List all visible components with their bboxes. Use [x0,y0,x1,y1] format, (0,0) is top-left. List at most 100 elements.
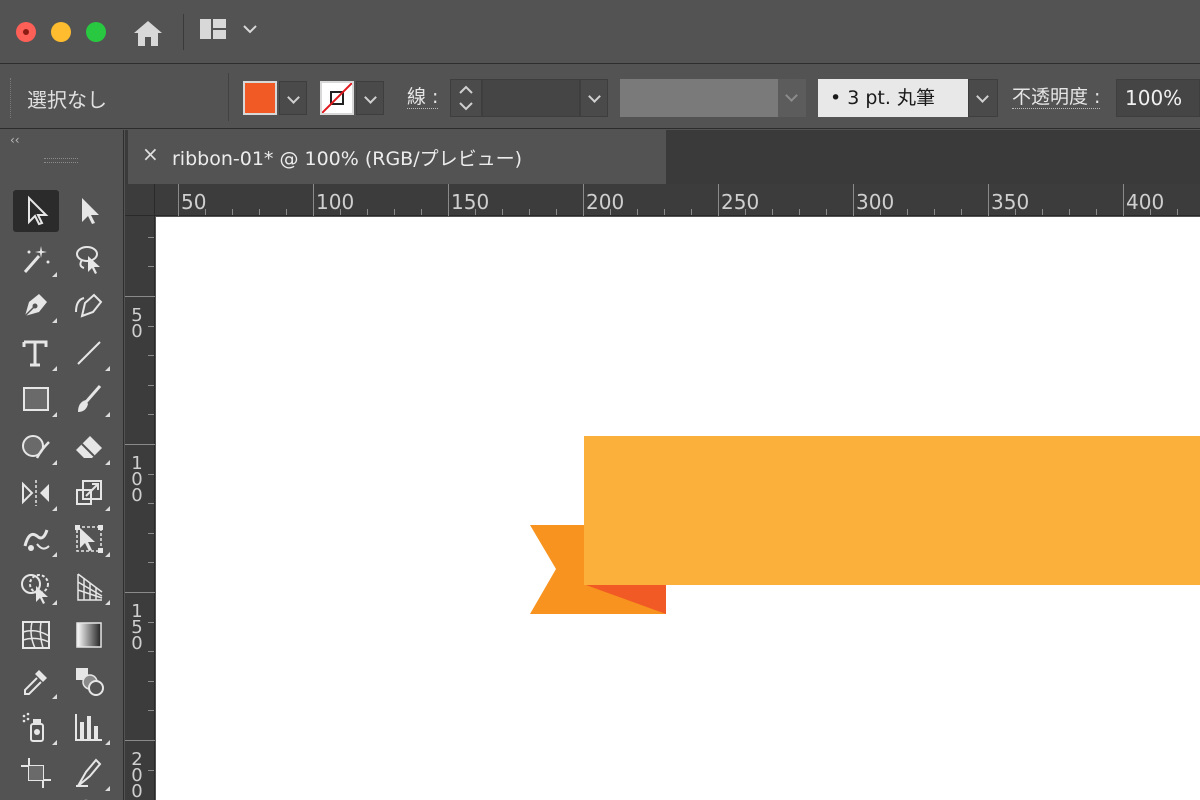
reflect-tool-icon [22,480,49,506]
ruler-minor-tick [394,209,395,215]
ruler-minor-tick [1177,209,1178,215]
ruler-minor-tick [259,209,260,215]
brush-definition-dropdown[interactable] [968,79,998,117]
ruler-minor-tick [148,444,154,445]
ruler-label: 300 [856,190,895,214]
ruler-minor-tick [148,325,154,327]
ruler-minor-tick [148,621,154,623]
zoom-tool-icon [83,799,89,800]
ruler-minor-tick [961,209,962,215]
window-close-button[interactable] [16,22,36,42]
direct-selection-tool[interactable] [66,190,112,232]
curvature-tool[interactable] [66,284,112,326]
eraser-tool[interactable] [66,426,112,468]
lasso-tool[interactable] [66,238,112,280]
ruler-minor-tick [205,209,206,215]
ruler-label: 150 [451,190,490,214]
paintbrush-tool[interactable] [66,378,112,420]
magic-wand-tool-icon [23,246,50,273]
no-stroke-icon [322,83,352,113]
ruler-minor-tick [1042,209,1043,215]
stroke-dropdown-button[interactable] [356,81,384,115]
title-separator [183,14,184,50]
eyedropper-tool-icon [24,670,47,695]
slice-tool[interactable] [66,752,112,794]
eyedropper-tool[interactable] [13,660,59,702]
brush-definition-field[interactable]: • 3 pt. 丸筆 [818,79,968,117]
blend-tool[interactable] [66,660,112,702]
opacity-input[interactable]: 100% [1116,79,1200,117]
ruler-label: 100 [316,190,355,214]
home-button[interactable] [131,18,165,48]
artboard-tool[interactable] [13,752,59,794]
control-bar: 選択なし 線 : • 3 pt. 丸筆 不透明度 : 100% [0,65,1200,129]
artboard-tool-icon [21,758,51,788]
ruler-minor-tick [745,209,746,215]
fill-dropdown-button[interactable] [279,81,307,115]
collapse-panel-icon[interactable]: ‹‹ [10,133,20,147]
scale-tool[interactable] [66,472,112,514]
fill-color-swatch[interactable] [243,81,277,115]
ribbon-main-band[interactable] [584,436,1200,585]
perspective-grid-tool[interactable] [66,566,112,608]
ruler-minor-tick [907,209,908,215]
tab-close-icon[interactable]: × [142,142,159,166]
mesh-tool-icon [22,621,50,649]
ruler-minor-tick [148,236,154,238]
ruler-label: 200 [586,190,625,214]
shape-builder-tool-icon [21,574,49,604]
pen-tool[interactable] [13,284,59,326]
ruler-minor-tick [826,209,827,215]
ruler-minor-tick [286,209,287,215]
ruler-minor-tick [148,680,154,682]
gradient-tool[interactable] [66,614,112,656]
ruler-minor-tick [853,209,854,215]
ruler-minor-tick [1150,209,1151,215]
panel-grip[interactable] [44,158,78,163]
hand-tool[interactable] [13,792,59,800]
type-tool[interactable] [13,332,59,374]
stroke-weight-stepper[interactable] [450,79,482,117]
mesh-tool[interactable] [13,614,59,656]
stroke-weight-dropdown[interactable] [580,79,608,117]
magic-wand-tool[interactable] [13,238,59,280]
stroke-weight-input[interactable] [482,79,580,117]
document-tab[interactable]: × ribbon-01* @ 100% (RGB/プレビュー) [128,130,666,184]
control-bar-grip[interactable] [10,78,12,118]
selection-tool[interactable] [13,190,59,232]
symbol-sprayer-tool[interactable] [13,706,59,748]
column-graph-tool[interactable] [66,706,112,748]
window-minimize-button[interactable] [51,22,71,42]
gradient-tool-icon [76,622,102,648]
window-maximize-button[interactable] [86,22,106,42]
zoom-tool[interactable] [66,792,112,800]
rectangle-tool[interactable] [13,378,59,420]
workspace-switcher-button[interactable] [198,17,264,47]
line-segment-tool[interactable] [66,332,112,374]
ruler-minor-tick [148,473,154,475]
ribbon-artwork [530,436,1200,614]
ruler-minor-tick [475,209,476,215]
ruler-minor-tick [178,209,179,215]
perspective-grid-tool-icon [77,573,103,601]
opacity-label[interactable]: 不透明度 : [1012,86,1101,109]
control-bar-separator [228,73,229,121]
shaper-tool[interactable] [13,426,59,468]
column-graph-tool-icon [75,714,102,741]
ruler-minor-tick [718,209,719,215]
direct-selection-tool-icon [82,198,99,224]
ruler-origin[interactable] [125,184,155,216]
warp-tool[interactable] [13,518,59,560]
vertical-ruler[interactable]: 50 100 150 200 [125,216,155,800]
stroke-weight-label[interactable]: 線 : [407,86,439,109]
shape-builder-tool[interactable] [13,566,59,608]
horizontal-ruler[interactable]: 50 100 150 200 250 300 350 400 [155,184,1200,216]
line-segment-tool-icon [77,341,101,365]
ruler-minor-tick [232,209,233,215]
artboard-canvas[interactable] [156,217,1200,800]
ruler-minor-tick [313,209,314,215]
free-transform-tool[interactable] [66,518,112,560]
ruler-minor-tick [148,355,154,357]
reflect-tool[interactable] [13,472,59,514]
stroke-color-swatch[interactable] [320,81,354,115]
